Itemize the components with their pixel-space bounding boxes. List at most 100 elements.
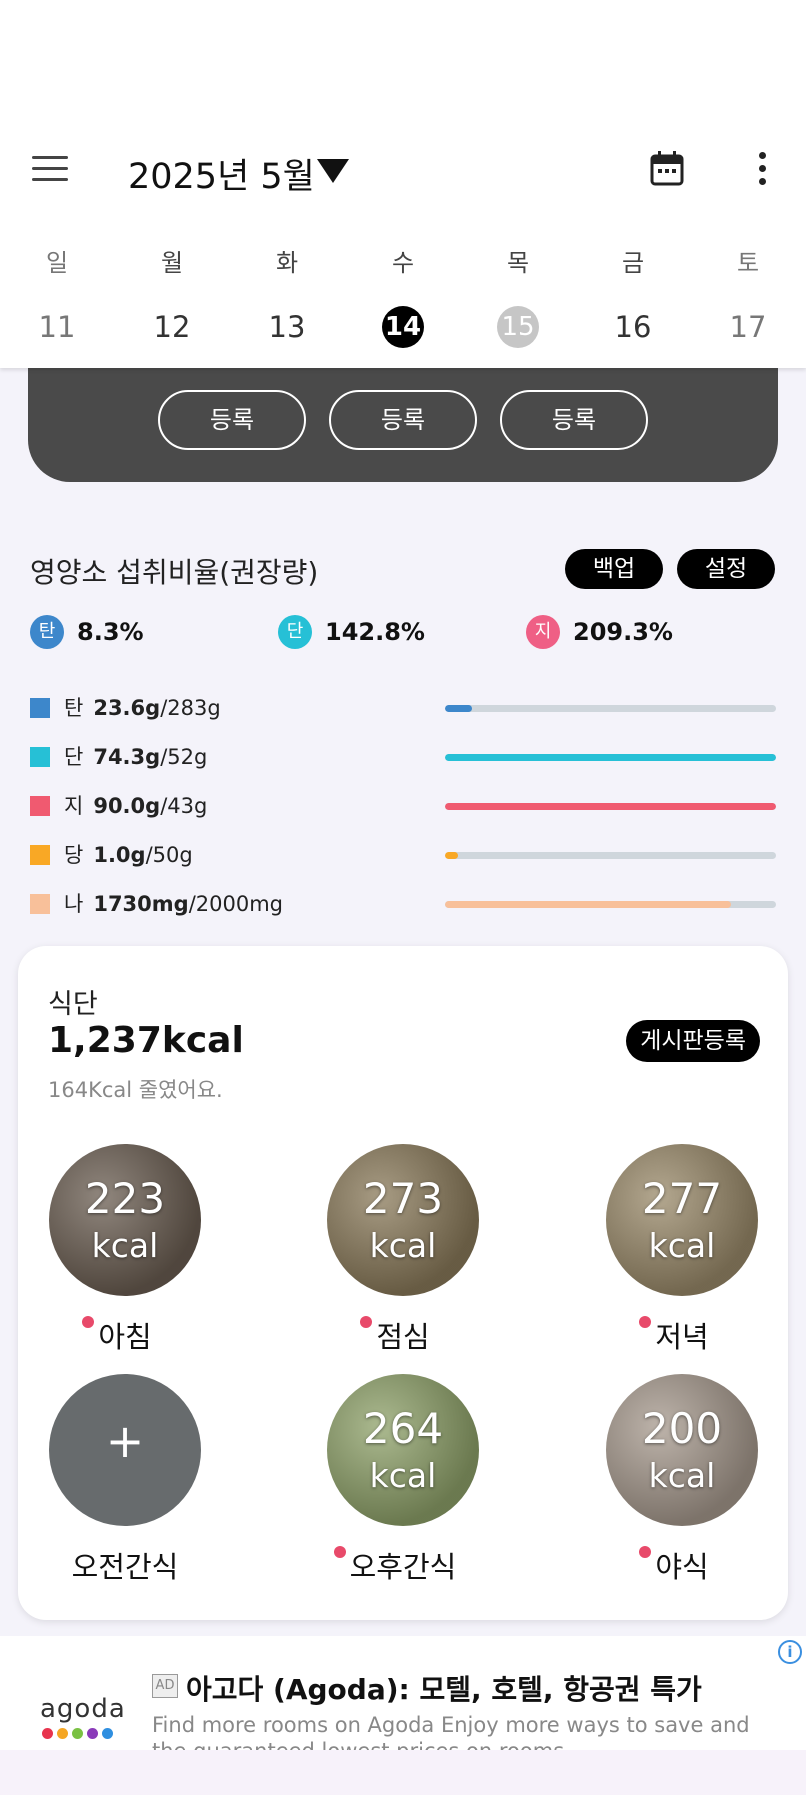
- date-number: 16: [614, 310, 652, 344]
- nutrient-amount: 23.6g: [93, 696, 161, 720]
- app-header: 2025년 5월 일 11 월 12 화 13 수 14 목 15 금 16 토…: [0, 0, 806, 368]
- ad-badge: AD: [152, 1674, 178, 1698]
- progress-fill: [445, 803, 776, 810]
- weekday-label: 금: [621, 249, 645, 277]
- logo-dot: [102, 1728, 113, 1739]
- meal-kcal-value: 223: [84, 1174, 166, 1223]
- triangle-down-icon[interactable]: [315, 153, 351, 189]
- nutrient-target: /50g: [145, 843, 193, 867]
- add-meal-button[interactable]: +: [49, 1374, 201, 1526]
- record-dot: [82, 1316, 95, 1328]
- day-sun[interactable]: 일 11: [17, 246, 97, 348]
- bottom-strip: [0, 1750, 806, 1795]
- hamburger-menu-icon[interactable]: [32, 156, 68, 182]
- month-title[interactable]: 2025년 5월: [128, 148, 315, 199]
- meal-breakfast[interactable]: 223 kcal 아침: [48, 1144, 202, 1356]
- weekday-label: 목: [506, 249, 530, 277]
- meal-label: 오후간식: [349, 1550, 457, 1584]
- nutrient-amount: 1730mg: [93, 892, 189, 916]
- meal-label: 야식: [655, 1550, 709, 1584]
- meal-label: 점심: [376, 1320, 430, 1354]
- date-number-today: 15: [497, 306, 539, 348]
- total-kcal: 1,237kcal: [48, 1020, 244, 1061]
- progress-fill: [445, 901, 732, 908]
- nutrient-label: 단: [64, 745, 84, 769]
- nutrient-amount: 1.0g: [93, 843, 146, 867]
- settings-button[interactable]: 설정: [677, 549, 775, 589]
- ratio-protein: 단 142.8%: [278, 614, 425, 650]
- day-mon[interactable]: 월 12: [132, 246, 212, 348]
- meal-morning-snack[interactable]: + 오전간식: [48, 1374, 202, 1586]
- legend-square: [30, 698, 50, 718]
- carbs-badge: 탄: [30, 615, 64, 649]
- register-button[interactable]: 등록: [329, 390, 477, 450]
- nutrient-label: 나: [64, 892, 84, 916]
- day-fri[interactable]: 금 16: [593, 246, 673, 348]
- nutrient-amount: 90.0g: [93, 794, 161, 818]
- calendar-icon[interactable]: [650, 150, 684, 186]
- progress-fill: [445, 754, 776, 761]
- weekday-label: 월: [160, 249, 184, 277]
- nutrient-row-protein: 단 74.3g/52g: [30, 743, 778, 773]
- meal-label: 오전간식: [71, 1550, 179, 1584]
- meal-lunch[interactable]: 273 kcal 점심: [326, 1144, 480, 1356]
- date-number: 13: [268, 310, 306, 344]
- backup-button[interactable]: 백업: [565, 549, 663, 589]
- meal-afternoon-snack[interactable]: 264 kcal 오후간식: [326, 1374, 480, 1586]
- nutrient-label: 지: [64, 794, 84, 818]
- meal-kcal-unit: kcal: [369, 1456, 437, 1495]
- nutrient-amount: 74.3g: [93, 745, 161, 769]
- nutrient-target: /43g: [160, 794, 208, 818]
- record-dot: [360, 1316, 373, 1328]
- nutrient-target: /283g: [160, 696, 221, 720]
- record-dot: [639, 1316, 652, 1328]
- logo-dot: [57, 1728, 68, 1739]
- meal-kcal-unit: kcal: [648, 1456, 716, 1495]
- meal-photo[interactable]: 264 kcal: [327, 1374, 479, 1526]
- meal-dinner[interactable]: 277 kcal 저녁: [605, 1144, 759, 1356]
- meal-photo[interactable]: 223 kcal: [49, 1144, 201, 1296]
- weekday-label: 화: [275, 249, 299, 277]
- info-icon[interactable]: i: [778, 1640, 802, 1664]
- ratio-value: 209.3%: [573, 618, 673, 646]
- logo-dot: [42, 1728, 53, 1739]
- kcal-reduced-note: 164Kcal 줄였어요.: [48, 1078, 223, 1102]
- diet-heading: 식단: [48, 989, 98, 1020]
- meal-photo[interactable]: 200 kcal: [606, 1374, 758, 1526]
- logo-dot: [87, 1728, 98, 1739]
- meal-label: 저녁: [655, 1320, 709, 1354]
- weekday-label: 토: [736, 249, 760, 277]
- register-button[interactable]: 등록: [158, 390, 306, 450]
- more-vert-icon[interactable]: [754, 152, 770, 188]
- agoda-logo: agoda: [40, 1694, 126, 1724]
- day-sat[interactable]: 토 17: [708, 246, 788, 348]
- board-register-button[interactable]: 게시판등록: [626, 1020, 760, 1062]
- meal-kcal-unit: kcal: [369, 1226, 437, 1265]
- ratio-fat: 지 209.3%: [526, 614, 673, 650]
- meal-kcal-value: 273: [362, 1174, 444, 1223]
- meal-photo[interactable]: 273 kcal: [327, 1144, 479, 1296]
- diet-card: 식단 1,237kcal 164Kcal 줄였어요. 게시판등록 223 kca…: [18, 946, 788, 1620]
- progress-fill: [445, 705, 473, 712]
- nutrition-title: 영양소 섭취비율(권장량): [30, 556, 319, 589]
- ratio-value: 8.3%: [77, 618, 144, 646]
- date-number-selected: 14: [382, 306, 424, 348]
- day-thu[interactable]: 목 15: [478, 246, 558, 348]
- meal-photo[interactable]: 277 kcal: [606, 1144, 758, 1296]
- agoda-logo-dots: [42, 1728, 113, 1739]
- meal-kcal-value: 277: [641, 1174, 723, 1223]
- date-number: 12: [153, 310, 191, 344]
- meal-kcal-unit: kcal: [648, 1226, 716, 1265]
- progress-track: [445, 901, 776, 908]
- nutrient-row-carbs: 탄 23.6g/283g: [30, 694, 778, 724]
- weekday-label: 수: [391, 249, 415, 277]
- meal-late-night[interactable]: 200 kcal 야식: [605, 1374, 759, 1586]
- progress-fill: [445, 852, 459, 859]
- day-wed[interactable]: 수 14: [363, 246, 443, 348]
- nutrient-target: /2000mg: [188, 892, 284, 916]
- nutrient-target: /52g: [160, 745, 208, 769]
- register-button[interactable]: 등록: [500, 390, 648, 450]
- ad-title[interactable]: 아고다 (Agoda): 모텔, 호텔, 항공권 특가: [186, 1668, 702, 1708]
- day-tue[interactable]: 화 13: [247, 246, 327, 348]
- protein-badge: 단: [278, 615, 312, 649]
